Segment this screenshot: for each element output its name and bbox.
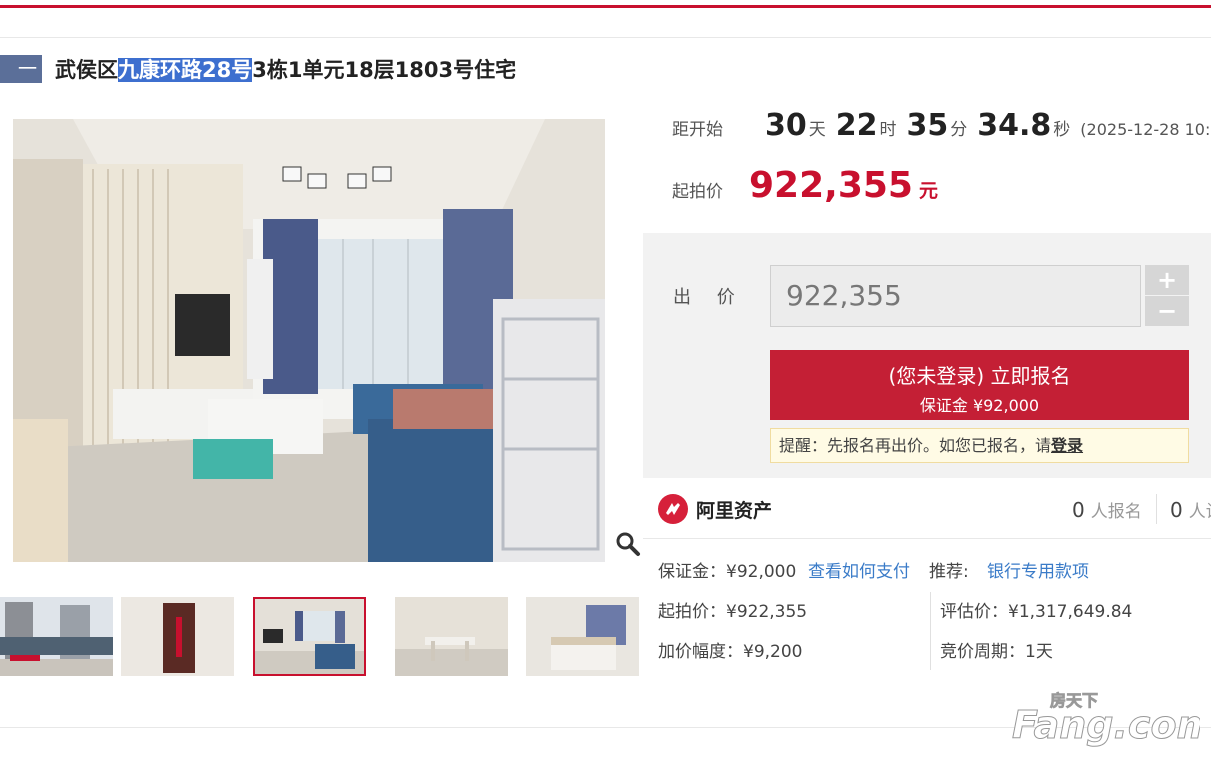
start-price: 起拍价 922,355 元 [672,165,938,206]
title-unit-address: 3栋1单元18层1803号住宅 [252,58,517,82]
countdown-seconds-unit: 秒 [1053,120,1071,140]
header-divider [0,37,1211,38]
top-accent-bar [0,0,1211,8]
second-count-unit: 人设 [1188,502,1211,522]
countdown-label: 距开始 [672,120,723,140]
countdown-days: 30 [765,108,807,143]
thumbnail-building[interactable] [0,597,113,676]
bid-increment: 加价幅度：¥9,200 [658,642,803,662]
countdown-hours: 22 [835,108,878,143]
countdown-minutes-unit: 分 [950,120,968,140]
count-divider [1156,494,1157,524]
thumbnail-bedroom[interactable] [526,597,639,676]
signup-deposit-label: 保证金 ¥92,000 [919,396,1040,415]
countdown-days-unit: 天 [808,120,826,140]
deposit-info: 保证金：¥92,000 [658,562,797,582]
door-photo [121,597,234,676]
reminder-text: 提醒：先报名再出价。如您已报名，请 [779,436,1052,455]
ali-asset-logo-icon [658,494,688,524]
signups-count-value: 0 [1072,498,1085,522]
details-column-divider [930,592,931,670]
countdown-minutes: 35 [906,108,949,143]
bank-loan-link[interactable]: 银行专用款项 [987,557,1089,582]
increase-bid-button[interactable]: + [1145,265,1189,295]
decrease-bid-button[interactable]: − [1145,296,1189,326]
start-price-value: 922,355 [749,165,913,206]
bid-label: 出 价 [673,287,745,308]
second-count-value: 0 [1170,498,1183,522]
how-to-pay-link[interactable]: 查看如何支付 [808,557,910,582]
auction-start-time: (2025-12-28 10:00 [1080,120,1211,139]
bidding-cycle: 竞价周期：1天 [940,642,1053,662]
bedroom-photo [526,597,639,676]
thumbnail-living-room[interactable] [253,597,366,676]
signup-button[interactable]: (您未登录) 立即报名 保证金 ¥92,000 [770,350,1189,420]
living-room-thumb [255,599,364,674]
signup-button-label: (您未登录) 立即报名 [888,364,1071,388]
magnifier-icon[interactable] [614,530,642,558]
watermark-line2: Fang.com [1012,703,1200,747]
details-divider [643,538,1211,539]
login-link[interactable]: 登录 [1051,436,1083,455]
platform-name: 阿里资产 [696,499,773,522]
thumbnail-dining-area[interactable] [395,597,508,676]
detail-start-price: 起拍价：¥922,355 [658,602,808,622]
thumbnail-entrance-door[interactable] [121,597,234,676]
signups-count-unit: 人报名 [1090,502,1142,522]
recommend-label: 推荐: [929,562,969,582]
building-photo [0,597,113,676]
second-count: 0人设 [1170,497,1211,522]
signups-count: 0 人报名 [1072,497,1142,522]
countdown-hours-unit: 时 [879,120,897,140]
title-highlighted-road: 九康环路28号 [118,58,253,82]
start-price-label: 起拍价 [672,182,723,202]
bid-amount-field[interactable]: 922,355 [770,265,1141,327]
main-property-photo[interactable] [13,119,605,562]
appraisal-price: 评估价：¥1,317,649.84 [940,602,1133,622]
auction-round-tag: 一拍 [0,55,42,108]
living-room-photo [13,119,605,562]
title-district: 武侯区 [55,58,118,82]
property-title: 武侯区九康环路28号3栋1单元18层1803号住宅 [55,54,516,86]
fang-watermark-logo: 房天下 Fang.com [1012,691,1201,748]
login-reminder: 提醒：先报名再出价。如您已报名，请登录 [770,428,1189,463]
countdown-seconds: 34.8 [977,108,1052,143]
countdown: 距开始 30 天 22 时 35 分 34.8 秒 (2025-12-28 10… [672,108,1211,152]
dining-photo [395,597,508,676]
start-price-unit: 元 [918,180,938,202]
ali-asset-brand[interactable]: 阿里资产 [658,494,772,524]
